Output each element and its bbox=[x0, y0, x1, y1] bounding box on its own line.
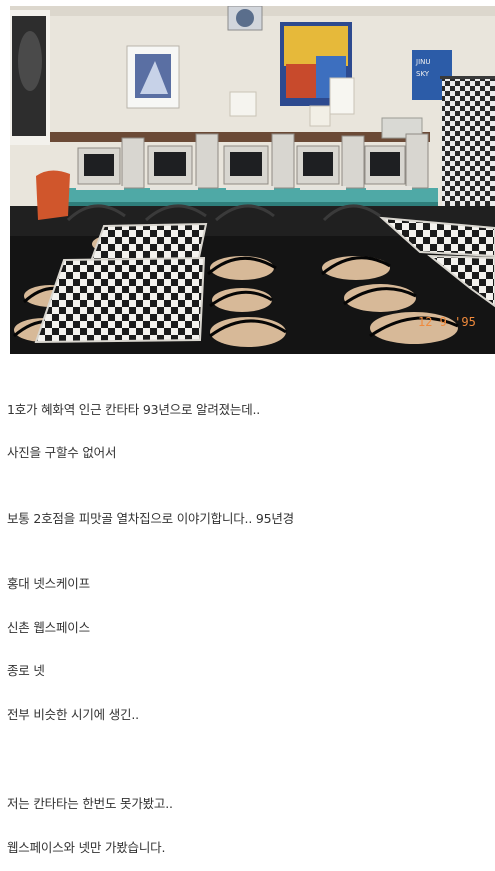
text-line-3: 보통 2호점을 피맛골 열차집으로 이야기합니다.. 95년경 bbox=[7, 511, 294, 526]
text-line-7: 전부 비슷한 시기에 생긴.. bbox=[7, 707, 139, 722]
text-line-6: 종로 넷 bbox=[7, 663, 45, 678]
photo-date-stamp: 12 9 '95 bbox=[418, 315, 476, 329]
post-content: JINU SKY 12 9 '95 1호가 혜화역 인근 칸타타 93년으로 알… bbox=[0, 0, 495, 871]
text-line-1: 1호가 혜화역 인근 칸타타 93년으로 알려졌는데.. bbox=[7, 402, 261, 417]
photo-illustration: JINU SKY 12 9 '95 bbox=[10, 6, 495, 354]
text-line-4: 홍대 넷스케이프 bbox=[7, 576, 90, 591]
text-line-9: 웹스페이스와 넷만 가봤습니다. bbox=[7, 840, 166, 855]
internet-cafe-photo: JINU SKY 12 9 '95 bbox=[10, 6, 495, 354]
poster-line-1: JINU bbox=[415, 58, 431, 66]
text-line-8: 저는 칸타타는 한번도 못가봤고.. bbox=[7, 796, 173, 811]
text-line-5: 신촌 웹스페이스 bbox=[7, 620, 90, 635]
poster-line-2: SKY bbox=[416, 70, 430, 78]
text-line-2: 사진을 구할수 없어서 bbox=[7, 445, 117, 460]
